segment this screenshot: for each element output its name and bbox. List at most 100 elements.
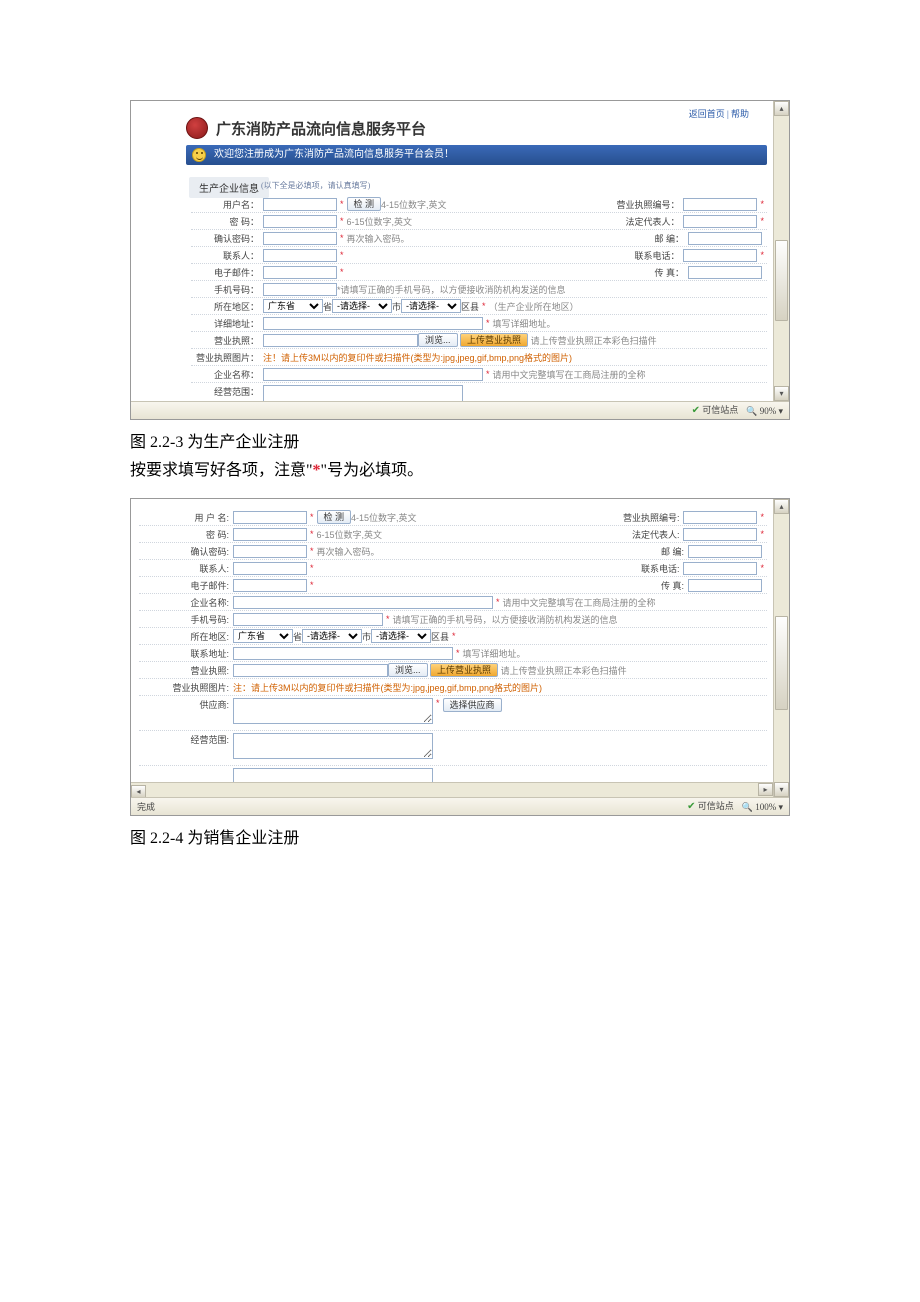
mobile-input[interactable] — [233, 613, 383, 626]
contact-input[interactable] — [263, 249, 337, 262]
ename-input[interactable] — [263, 368, 483, 381]
district-select[interactable]: -请选择- — [371, 629, 431, 643]
password-label: 密 码： — [191, 215, 263, 228]
scroll-up-icon[interactable]: ▴ — [774, 499, 789, 514]
legal-input[interactable] — [683, 528, 757, 541]
confirm-label: 确认密码： — [191, 232, 263, 245]
document-page: 返回首页 | 帮助 广东消防产品流向信息服务平台 欢迎您注册成为广东消防产品流向… — [0, 0, 920, 882]
password-input[interactable] — [263, 215, 337, 228]
supplier-textarea[interactable] — [233, 698, 433, 724]
platform-title: 广东消防产品流向信息服务平台 — [216, 118, 426, 139]
contact-input[interactable] — [233, 562, 307, 575]
scroll-right-icon[interactable]: ▸ — [758, 783, 773, 796]
upload-button[interactable]: 上传营业执照 — [460, 333, 528, 347]
phone-label: 联系电话： — [611, 249, 683, 262]
username-input[interactable] — [263, 198, 337, 211]
scroll-thumb[interactable] — [775, 616, 788, 710]
mobile-label: 手机号码： — [191, 283, 263, 296]
check-button[interactable]: 检 测 — [317, 510, 352, 524]
browse-button[interactable]: 浏览... — [418, 333, 458, 347]
password-input[interactable] — [233, 528, 307, 541]
required-mark: * — [760, 199, 764, 209]
addr-hint: 填写详细地址。 — [493, 317, 556, 330]
city-select[interactable]: -请选择- — [332, 299, 392, 313]
bizimg-note: 注！请上传3M以内的复印件或扫描件(类型为:jpg,jpeg,gif,bmp,p… — [263, 351, 572, 364]
required-mark: * — [760, 529, 764, 539]
province-select[interactable]: 广东省 — [233, 629, 293, 643]
confirm-input[interactable] — [233, 545, 307, 558]
scroll-down-icon[interactable]: ▾ — [774, 386, 789, 401]
bizlic-label: 营业执照： — [191, 334, 263, 347]
mobile-input[interactable] — [263, 283, 337, 296]
legal-input[interactable] — [683, 215, 757, 228]
scroll-down-icon[interactable]: ▾ — [774, 782, 789, 797]
ename-input[interactable] — [233, 596, 493, 609]
bizlic-input[interactable] — [233, 664, 388, 677]
fax-label: 传 真: — [616, 579, 688, 592]
city-select[interactable]: -请选择- — [302, 629, 362, 643]
required-mark: * — [436, 698, 440, 708]
legal-label: 法定代表人： — [611, 215, 683, 228]
trusted-site-label: 可信站点 — [698, 801, 734, 811]
city-unit: 市 — [392, 300, 401, 313]
required-mark: * — [310, 546, 314, 556]
post-input[interactable] — [688, 232, 762, 245]
scope-textarea[interactable] — [233, 733, 433, 759]
phone-input[interactable] — [683, 562, 757, 575]
scrollbar-vertical[interactable]: ▴ ▾ — [773, 499, 789, 797]
scope-label: 经营范围： — [191, 385, 263, 398]
district-select[interactable]: -请选择- — [401, 299, 461, 313]
post-label: 邮 编: — [616, 545, 688, 558]
license-input[interactable] — [683, 198, 757, 211]
province-unit: 省 — [323, 300, 332, 313]
bizlic-input[interactable] — [263, 334, 418, 347]
scroll-thumb[interactable] — [775, 240, 788, 321]
status-bar: ✔ 可信站点 🔍 90% ▾ — [131, 401, 789, 419]
mobile-hint: 请填写正确的手机号码，以方便接收消防机构发送的信息 — [393, 613, 618, 626]
check-button[interactable]: 检 测 — [347, 197, 382, 211]
username-input[interactable] — [233, 511, 307, 524]
browse-button[interactable]: 浏览... — [388, 663, 428, 677]
scroll-up-icon[interactable]: ▴ — [774, 101, 789, 116]
select-supplier-button[interactable]: 选择供应商 — [443, 698, 502, 712]
top-links[interactable]: 返回首页 | 帮助 — [689, 107, 749, 120]
addr-label: 详细地址： — [191, 317, 263, 330]
scrollbar-vertical[interactable]: ▴ ▾ — [773, 101, 789, 401]
required-mark: * — [340, 216, 344, 226]
password-hint: 6-15位数字,英文 — [317, 528, 383, 541]
header: 广东消防产品流向信息服务平台 — [186, 117, 426, 139]
zoom-level[interactable]: 🔍 90% ▾ — [746, 402, 783, 420]
addr-input[interactable] — [233, 647, 453, 660]
scrollbar-horizontal[interactable]: ◂ ▸ — [131, 782, 773, 797]
upload-button[interactable]: 上传营业执照 — [430, 663, 498, 677]
required-mark: * — [760, 250, 764, 260]
bizlic-hint: 请上传营业执照正本彩色扫描件 — [531, 334, 657, 347]
legal-label: 法定代表人: — [611, 528, 683, 541]
required-mark: * — [482, 301, 486, 311]
password-label: 密 码: — [139, 528, 233, 541]
confirm-input[interactable] — [263, 232, 337, 245]
mobile-label: 手机号码: — [139, 613, 233, 626]
figure1-caption: 图 2.2-3 为生产企业注册 — [130, 428, 790, 452]
screenshot-2-sales-form: 用 户 名: * 检 测 4-15位数字,英文 营业执照编号: * 密 码: *… — [130, 498, 790, 816]
section-note: (以下全是必填项，请认真填写) — [261, 180, 370, 191]
phone-input[interactable] — [683, 249, 757, 262]
email-input[interactable] — [263, 266, 337, 279]
province-select[interactable]: 广东省 — [263, 299, 323, 313]
bizlic-label: 营业执照: — [139, 664, 233, 677]
required-mark: * — [340, 267, 344, 277]
email-input[interactable] — [233, 579, 307, 592]
zoom-level[interactable]: 🔍 100% ▾ — [742, 798, 783, 816]
license-label: 营业执照编号: — [611, 511, 683, 524]
addr-input[interactable] — [263, 317, 483, 330]
figure2-caption: 图 2.2-4 为销售企业注册 — [130, 824, 790, 848]
fax-input[interactable] — [688, 579, 762, 592]
status-left: 完成 — [137, 798, 155, 815]
ename-label: 企业名称: — [139, 596, 233, 609]
contact-label: 联系人: — [139, 562, 233, 575]
city-unit: 市 — [362, 630, 371, 643]
password-hint: 6-15位数字,英文 — [347, 215, 413, 228]
license-input[interactable] — [683, 511, 757, 524]
post-input[interactable] — [688, 545, 762, 558]
fax-input[interactable] — [688, 266, 762, 279]
